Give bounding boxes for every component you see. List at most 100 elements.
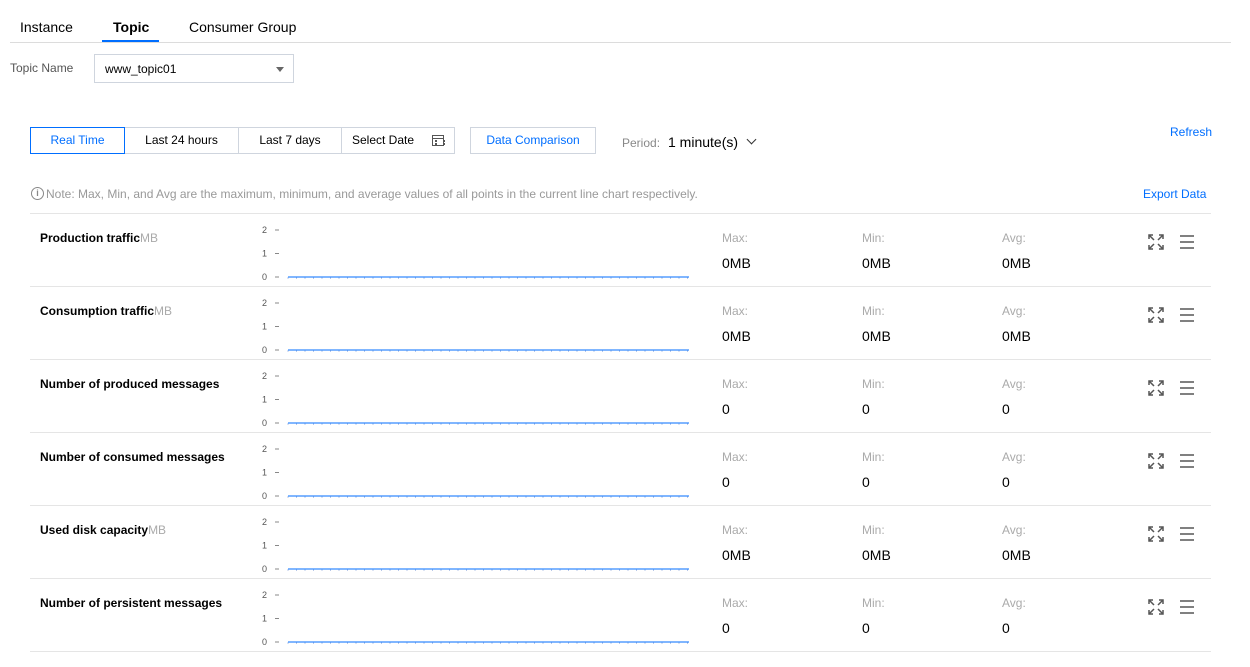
max-value: 0MB bbox=[722, 547, 751, 563]
y-tick-label: 0 bbox=[262, 418, 267, 426]
metric-line-chart: 0 1 2 bbox=[262, 444, 689, 499]
max-label: Max: bbox=[722, 596, 749, 610]
min-label: Min: bbox=[862, 377, 885, 391]
metric-line-chart: 0 1 2 bbox=[262, 517, 689, 572]
chevron-down-icon[interactable] bbox=[746, 134, 757, 145]
min-label: Min: bbox=[862, 450, 885, 464]
metric-title: Used disk capacityMB bbox=[40, 523, 166, 537]
topic-name-select[interactable]: www_topic01 bbox=[94, 54, 294, 83]
min-label: Min: bbox=[862, 304, 885, 318]
y-tick-label: 2 bbox=[262, 517, 267, 527]
min-value: 0 bbox=[862, 401, 870, 417]
min-value: 0 bbox=[862, 620, 870, 636]
metric-row: Number of persistent messages Max: 0 Min: 0 A… bbox=[30, 579, 1211, 652]
menu-icon[interactable] bbox=[1178, 233, 1196, 251]
menu-icon[interactable] bbox=[1178, 598, 1196, 616]
metric-title: Number of persistent messages bbox=[40, 596, 222, 610]
y-tick-label: 2 bbox=[262, 225, 267, 235]
y-tick-label: 2 bbox=[262, 590, 267, 600]
max-value: 0MB bbox=[722, 328, 751, 344]
tab-topic[interactable]: Topic bbox=[113, 19, 149, 35]
info-icon: i bbox=[31, 187, 44, 200]
max-value: 0 bbox=[722, 620, 730, 636]
fullscreen-icon[interactable] bbox=[1147, 598, 1165, 616]
metric-line-chart: 0 1 2 bbox=[262, 298, 689, 353]
metric-name: Number of produced messages bbox=[40, 377, 220, 391]
fullscreen-icon[interactable] bbox=[1147, 452, 1165, 470]
menu-icon[interactable] bbox=[1178, 306, 1196, 324]
tab-bar: Instance Topic Consumer Group bbox=[10, 0, 1231, 43]
avg-label: Avg: bbox=[1002, 377, 1026, 391]
select-date-label: Select Date bbox=[352, 133, 415, 147]
period-select[interactable]: 1 minute(s) bbox=[668, 134, 738, 150]
min-value: 0 bbox=[862, 474, 870, 490]
min-label: Min: bbox=[862, 523, 885, 537]
active-tab-indicator bbox=[102, 40, 159, 42]
max-label: Max: bbox=[722, 231, 749, 245]
max-value: 0 bbox=[722, 474, 730, 490]
fullscreen-icon[interactable] bbox=[1147, 306, 1165, 324]
y-tick-label: 2 bbox=[262, 444, 267, 454]
metric-unit: MB bbox=[148, 523, 167, 537]
avg-label: Avg: bbox=[1002, 523, 1026, 537]
metric-row: Used disk capacityMB Max: 0MB Min: 0MB Avg: 0M… bbox=[30, 506, 1211, 579]
avg-value: 0MB bbox=[1002, 328, 1031, 344]
caret-down-icon bbox=[276, 67, 284, 72]
max-value: 0MB bbox=[722, 255, 751, 271]
min-label: Min: bbox=[862, 231, 885, 245]
metric-name: Used disk capacity bbox=[40, 523, 149, 537]
fullscreen-icon[interactable] bbox=[1147, 233, 1165, 251]
menu-icon[interactable] bbox=[1178, 525, 1196, 543]
topic-name-label: Topic Name bbox=[10, 61, 74, 75]
metric-unit: MB bbox=[154, 304, 172, 318]
y-tick-label: 1 bbox=[262, 395, 267, 405]
last-7-days-button[interactable]: Last 7 days bbox=[238, 127, 342, 154]
metric-name: Number of consumed messages bbox=[40, 450, 225, 464]
min-value: 0MB bbox=[862, 255, 891, 271]
metric-title: Production trafficMB bbox=[40, 231, 158, 245]
y-tick-label: 0 bbox=[262, 272, 267, 280]
data-comparison-button[interactable]: Data Comparison bbox=[470, 127, 596, 154]
refresh-link[interactable]: Refresh bbox=[1170, 125, 1212, 139]
metric-title: Number of consumed messages bbox=[40, 450, 225, 464]
y-tick-label: 0 bbox=[262, 564, 267, 572]
metric-list: Production trafficMB Max: 0MB Min: 0MB Avg: 0M… bbox=[30, 213, 1211, 652]
y-tick-label: 0 bbox=[262, 637, 267, 645]
avg-value: 0 bbox=[1002, 474, 1010, 490]
max-label: Max: bbox=[722, 377, 749, 391]
export-data-link[interactable]: Export Data bbox=[1143, 187, 1206, 201]
metric-unit: MB bbox=[140, 231, 159, 245]
metric-name: Consumption traffic bbox=[40, 304, 154, 318]
y-tick-label: 2 bbox=[262, 371, 267, 381]
min-value: 0MB bbox=[862, 328, 891, 344]
metric-name: Production traffic bbox=[40, 231, 141, 245]
max-label: Max: bbox=[722, 304, 749, 318]
fullscreen-icon[interactable] bbox=[1147, 379, 1165, 397]
last-24-hours-button[interactable]: Last 24 hours bbox=[124, 127, 239, 154]
y-tick-label: 1 bbox=[262, 468, 267, 478]
select-date-picker[interactable]: Select Date bbox=[341, 127, 455, 154]
metric-row: Number of produced messages Max: 0 Min: 0 Avg… bbox=[30, 360, 1211, 433]
metric-name: Number of persistent messages bbox=[40, 596, 223, 610]
fullscreen-icon[interactable] bbox=[1147, 525, 1165, 543]
menu-icon[interactable] bbox=[1178, 379, 1196, 397]
real-time-button[interactable]: Real Time bbox=[30, 127, 125, 154]
avg-label: Avg: bbox=[1002, 596, 1026, 610]
max-label: Max: bbox=[722, 523, 749, 537]
metric-row: Number of consumed messages Max: 0 Min: 0 Avg… bbox=[30, 433, 1211, 506]
max-label: Max: bbox=[722, 450, 749, 464]
avg-value: 0 bbox=[1002, 620, 1010, 636]
metric-line-chart: 0 1 2 bbox=[262, 225, 689, 280]
y-tick-label: 1 bbox=[262, 614, 267, 624]
max-value: 0 bbox=[722, 401, 730, 417]
metric-row: Consumption trafficMB Max: 0MB Min: 0MB Avg: 0… bbox=[30, 287, 1211, 360]
period-label: Period: bbox=[622, 136, 661, 150]
tab-consumer-group[interactable]: Consumer Group bbox=[189, 19, 296, 35]
avg-label: Avg: bbox=[1002, 304, 1026, 318]
metric-title: Number of produced messages bbox=[40, 377, 219, 391]
menu-icon[interactable] bbox=[1178, 452, 1196, 470]
avg-value: 0MB bbox=[1002, 547, 1031, 563]
y-tick-label: 1 bbox=[262, 249, 267, 259]
metric-line-chart: 0 1 2 bbox=[262, 590, 689, 645]
tab-instance[interactable]: Instance bbox=[20, 19, 73, 35]
